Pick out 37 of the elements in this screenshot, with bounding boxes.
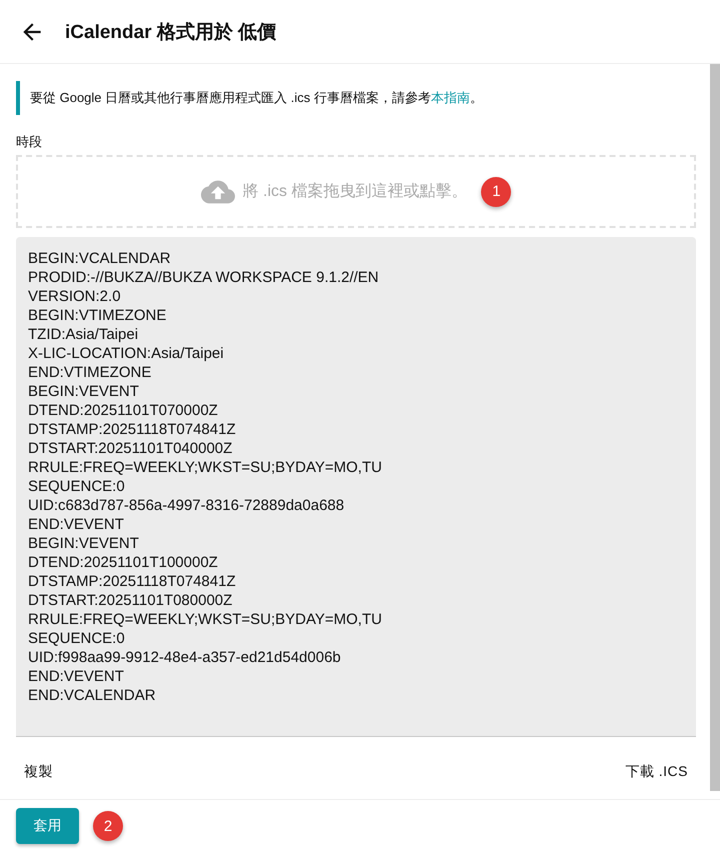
copy-button[interactable]: 複製 (16, 757, 61, 787)
ics-line: DTSTAMP:20251118T074841Z (28, 420, 237, 439)
ics-line: SEQUENCE:0 (28, 477, 126, 496)
ics-line: SEQUENCE:0 (28, 629, 126, 648)
ics-line: BEGIN:VTIMEZONE (28, 306, 168, 325)
notice-text: 要從 Google 日曆或其他行事曆應用程式匯入 .ics 行事曆檔案，請參考本指南。 (30, 90, 483, 105)
apply-button[interactable]: 套用 (16, 808, 79, 844)
step-badge: 1 (481, 176, 512, 206)
ics-line: END:VCALENDAR (28, 686, 157, 705)
ics-line: TZID:Asia/Taipei (28, 325, 140, 344)
ics-line: DTSTART:20251101T040000Z (28, 439, 234, 458)
ics-line: PRODID:-//BUKZA//BUKZA WORKSPACE 9.1.2//EN (28, 268, 380, 287)
ics-line: END:VEVENT (28, 515, 125, 534)
ics-line: RRULE:FREQ=WEEKLY;WKST=SU;BYDAY=MO,TU (28, 458, 383, 477)
ics-line: DTEND:20251101T100000Z (28, 553, 219, 572)
ics-line: END:VTIMEZONE (28, 363, 152, 382)
ics-line: BEGIN:VEVENT (28, 534, 140, 553)
guide-link[interactable]: 本指南 (430, 90, 470, 105)
ics-line: DTSTART:20251101T080000Z (28, 591, 234, 610)
dropzone-text: 將 .ics 檔案拖曳到這裡或點擊。 (242, 181, 468, 202)
ics-line: DTEND:20251101T070000Z (28, 401, 219, 420)
ics-line: END:VEVENT (28, 667, 125, 686)
ics-line: DTSTAMP:20251118T074841Z (28, 572, 237, 591)
ics-line: RRULE:FREQ=WEEKLY;WKST=SU;BYDAY=MO,TU (28, 610, 383, 629)
ics-line: VERSION:2.0 (28, 287, 122, 306)
ics-line: BEGIN:VCALENDAR (28, 249, 172, 268)
ics-line: UID:f998aa99-9912-48e4-a357-ed21d54d006b (28, 648, 342, 667)
scrollbar[interactable] (710, 64, 720, 791)
ics-line: UID:c683d787-856a-4997-8316-72889da0a688 (28, 496, 346, 515)
ics-text-area[interactable] (16, 237, 696, 737)
field-label: 時段 (16, 133, 43, 151)
download-button[interactable]: 下載 .ICS (617, 757, 696, 787)
file-dropzone[interactable]: 將 .ics 檔案拖曳到這裡或點擊。 1 (16, 155, 696, 228)
page-title: iCalendar 格式用於 低價 (65, 20, 276, 44)
ics-line: BEGIN:VEVENT (28, 382, 140, 401)
ics-line: X-LIC-LOCATION:Asia/Taipei (28, 344, 225, 363)
step-badge: 2 (93, 811, 123, 841)
